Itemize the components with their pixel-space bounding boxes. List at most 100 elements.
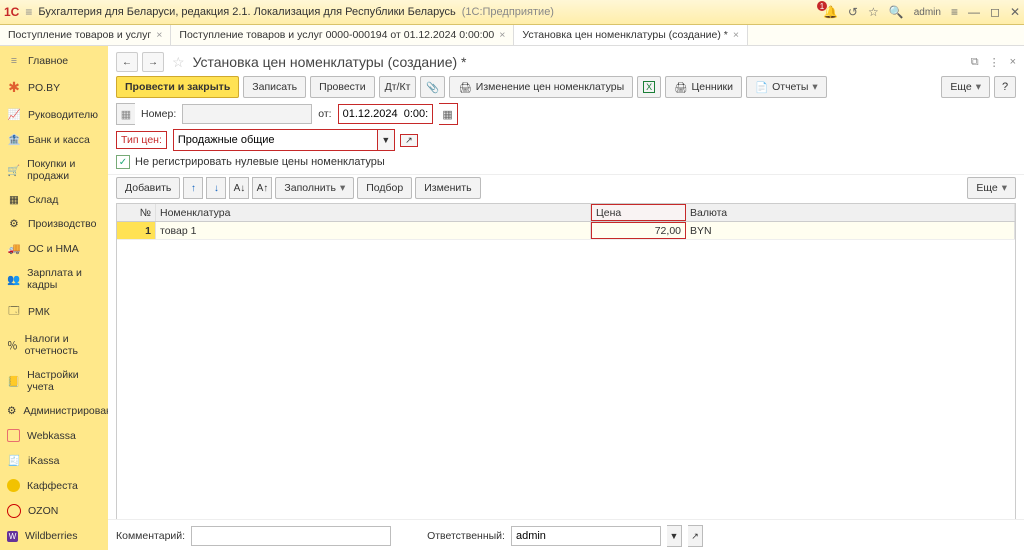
calendar-icon[interactable]: ▦ bbox=[439, 103, 458, 125]
add-row-button[interactable]: Добавить bbox=[116, 177, 180, 199]
history-icon[interactable]: ↺ bbox=[848, 5, 858, 19]
sidebar-item-admin[interactable]: ⚙Администрирование bbox=[0, 399, 108, 423]
close-page-icon[interactable]: × bbox=[1010, 56, 1016, 69]
pick-button[interactable]: Подбор bbox=[357, 177, 412, 199]
fill-dropdown[interactable]: Заполнить bbox=[275, 177, 354, 199]
page-header: ← → ☆ Установка цен номенклатуры (создан… bbox=[108, 46, 1024, 76]
sidebar-item-bank[interactable]: 🏦Банк и касса bbox=[0, 127, 108, 152]
paperclip-button[interactable]: 📎 bbox=[420, 76, 445, 98]
tab-0-close-icon[interactable]: × bbox=[156, 29, 162, 41]
tab-2-label: Установка цен номенклатуры (создание) * bbox=[522, 29, 727, 41]
help-button[interactable]: ? bbox=[994, 76, 1016, 98]
post-and-close-button[interactable]: Провести и закрыть bbox=[116, 76, 239, 98]
sidebar-item-assets[interactable]: 🚚ОС и НМА bbox=[0, 236, 108, 261]
close-window-icon[interactable]: ✕ bbox=[1010, 5, 1020, 19]
tab-2[interactable]: Установка цен номенклатуры (создание) * × bbox=[514, 25, 748, 45]
edit-button[interactable]: Изменить bbox=[415, 177, 480, 199]
excel-icon: X bbox=[643, 81, 655, 93]
number-input[interactable] bbox=[182, 104, 312, 124]
col-nom-header[interactable]: Номенклатура bbox=[156, 204, 591, 221]
table-row[interactable]: 1 товар 1 72,00 BYN bbox=[117, 222, 1015, 240]
sidebar-item-rmk[interactable]: 🗔РМК bbox=[0, 297, 108, 327]
reports-dropdown[interactable]: 📄Отчеты bbox=[746, 76, 827, 98]
sidebar-item-hr[interactable]: 👥Зарплата и кадры bbox=[0, 261, 108, 297]
price-type-open-icon[interactable]: ↗ bbox=[400, 134, 418, 147]
responsible-input[interactable] bbox=[511, 526, 661, 546]
more-button[interactable]: Еще bbox=[941, 76, 990, 98]
bank-icon: 🏦 bbox=[7, 133, 21, 146]
bell-icon[interactable]: 🔔1 bbox=[823, 5, 838, 19]
debit-credit-button[interactable]: Дт/Кт bbox=[379, 76, 417, 98]
sidebar-item-wildberries[interactable]: WWildberries bbox=[0, 524, 108, 548]
star-top-icon[interactable]: ☆ bbox=[868, 5, 879, 19]
app-subtitle: (1С:Предприятие) bbox=[462, 6, 554, 18]
col-n-header[interactable]: № bbox=[117, 204, 156, 221]
sidebar-item-kaffesta[interactable]: Каффеста bbox=[0, 473, 108, 498]
debit-credit-icon: Дт/Кт bbox=[385, 81, 411, 93]
col-price-header[interactable]: Цена bbox=[591, 204, 686, 221]
sidebar-item-ozon[interactable]: OZON bbox=[0, 498, 108, 524]
sidebar-item-sales[interactable]: 🛒Покупки и продажи bbox=[0, 152, 108, 188]
responsible-dropdown-icon[interactable]: ▼ bbox=[667, 525, 682, 547]
page-title: Установка цен номенклатуры (создание) * bbox=[193, 54, 467, 70]
from-label: от: bbox=[318, 108, 331, 120]
responsible-open-icon[interactable]: ↗ bbox=[688, 525, 703, 547]
excel-button[interactable]: X bbox=[637, 76, 661, 98]
detach-window-icon[interactable]: ⧉ bbox=[971, 56, 979, 69]
move-up-button[interactable]: ↑ bbox=[183, 177, 203, 199]
tab-0[interactable]: Поступление товаров и услуг× bbox=[0, 25, 171, 45]
tab-1-label: Поступление товаров и услуг 0000-000194 … bbox=[179, 29, 494, 41]
rmk-icon: 🗔 bbox=[7, 303, 21, 321]
col-cur-header[interactable]: Валюта bbox=[686, 204, 1015, 221]
sidebar-item-label: Производство bbox=[28, 218, 96, 230]
paperclip-icon: 📎 bbox=[426, 81, 439, 94]
table-more-button[interactable]: Еще bbox=[967, 177, 1016, 199]
sidebar-item-ikassa[interactable]: 🧾iKassa bbox=[0, 448, 108, 473]
tab-1-close-icon[interactable]: × bbox=[499, 29, 505, 41]
favorite-star-icon[interactable]: ☆ bbox=[172, 54, 185, 71]
zero-prices-checkbox[interactable]: ✓ bbox=[116, 155, 130, 169]
print-icon: 🖨 bbox=[674, 81, 687, 94]
maximize-icon[interactable]: ◻ bbox=[990, 5, 1000, 19]
sidebar-item-label: Склад bbox=[28, 194, 58, 206]
write-button[interactable]: Записать bbox=[243, 76, 306, 98]
sidebar-item-manager[interactable]: 📈Руководителю bbox=[0, 102, 108, 127]
comment-input[interactable] bbox=[191, 526, 391, 546]
page-options-icon[interactable]: ⋮ bbox=[989, 56, 1000, 69]
sidebar-item-tax[interactable]: ％Налоги и отчетность bbox=[0, 327, 108, 363]
nav-forward-button[interactable]: → bbox=[142, 52, 164, 72]
webkassa-icon bbox=[7, 429, 20, 442]
sidebar-item-production[interactable]: ⚙Производство bbox=[0, 212, 108, 236]
tab-1[interactable]: Поступление товаров и услуг 0000-000194 … bbox=[171, 25, 514, 45]
price-type-dropdown-icon[interactable]: ▼ bbox=[377, 130, 394, 150]
price-change-button[interactable]: 🖨Изменение цен номенклатуры bbox=[449, 76, 633, 98]
ozon-icon bbox=[7, 504, 21, 518]
chart-icon: 📈 bbox=[7, 108, 21, 121]
table-header: № Номенклатура Цена Валюта bbox=[117, 204, 1015, 222]
cell-n[interactable]: 1 bbox=[117, 222, 156, 239]
sidebar-item-settings[interactable]: 📒Настройки учета bbox=[0, 363, 108, 399]
sidebar-item-webkassa[interactable]: Webkassa bbox=[0, 423, 108, 448]
nav-back-button[interactable]: ← bbox=[116, 52, 138, 72]
bell-badge: 1 bbox=[817, 1, 827, 11]
move-down-button[interactable]: ↓ bbox=[206, 177, 226, 199]
cell-nom[interactable]: товар 1 bbox=[156, 222, 591, 239]
price-type-input[interactable] bbox=[174, 130, 377, 150]
app-title: Бухгалтерия для Беларуси, редакция 2.1. … bbox=[38, 6, 455, 18]
cell-price[interactable]: 72,00 bbox=[591, 222, 686, 239]
sort-asc-button[interactable]: A↓ bbox=[229, 177, 249, 199]
window-options-icon[interactable]: ≡ bbox=[951, 5, 958, 19]
cell-cur[interactable]: BYN bbox=[686, 222, 1015, 239]
sort-desc-button[interactable]: A↑ bbox=[252, 177, 272, 199]
minimize-icon[interactable]: ― bbox=[968, 5, 980, 19]
search-icon[interactable]: 🔍 bbox=[889, 5, 904, 19]
date-input[interactable] bbox=[338, 104, 433, 124]
sidebar-item-poby[interactable]: ✱PO.BY bbox=[0, 73, 108, 102]
sidebar-item-main[interactable]: ≡Главное bbox=[0, 49, 108, 73]
price-tags-button[interactable]: 🖨Ценники bbox=[665, 76, 742, 98]
post-button[interactable]: Провести bbox=[310, 76, 374, 98]
user-label[interactable]: admin bbox=[914, 7, 941, 18]
hamburger-icon[interactable]: ≡ bbox=[25, 5, 32, 19]
sidebar-item-warehouse[interactable]: ▦Склад bbox=[0, 188, 108, 212]
tab-2-close-icon[interactable]: × bbox=[733, 29, 739, 41]
